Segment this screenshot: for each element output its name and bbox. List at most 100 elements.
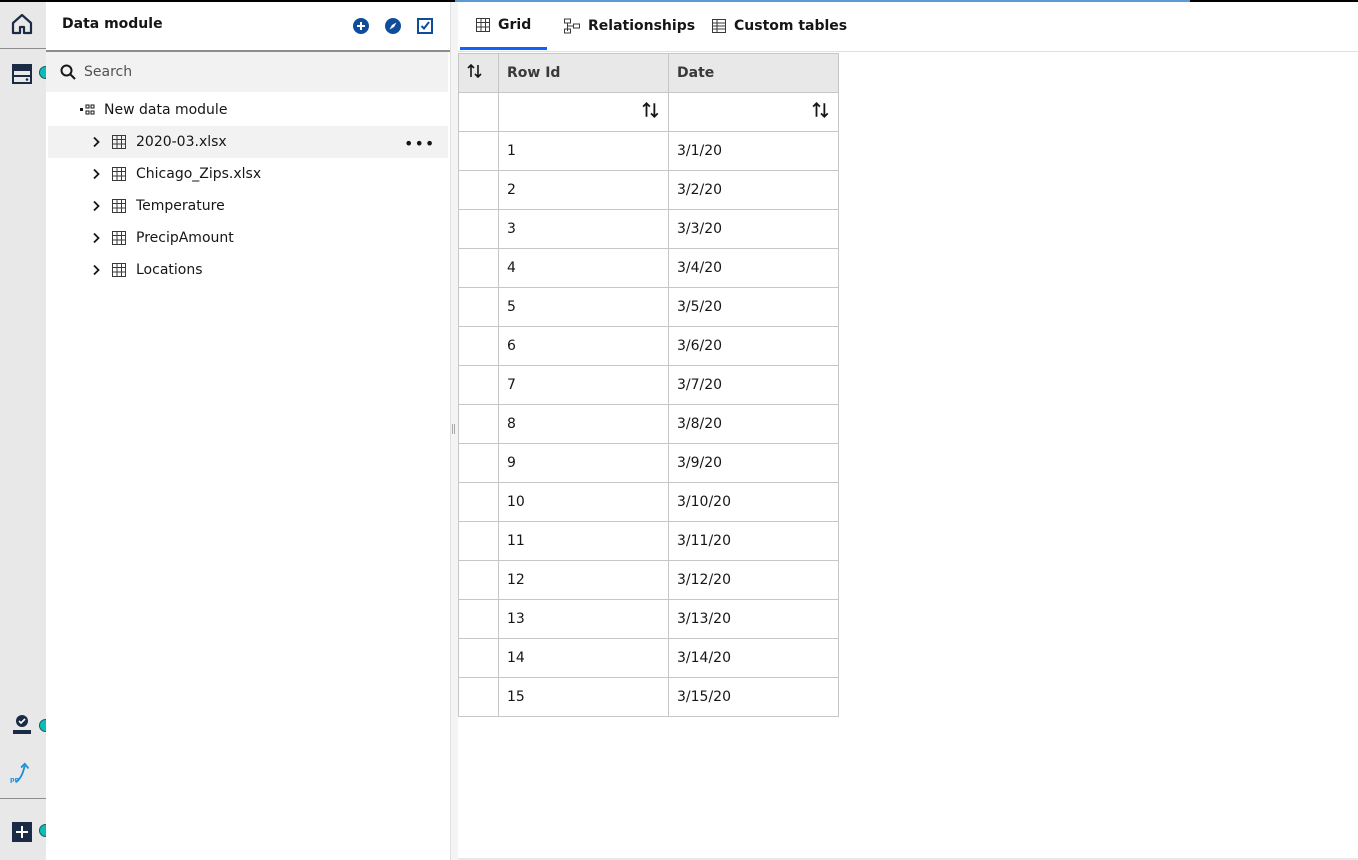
data-server-icon[interactable] bbox=[10, 62, 34, 86]
date-cell[interactable]: 3/8/20 bbox=[668, 404, 839, 444]
rail-separator bbox=[0, 798, 46, 799]
app-logo-icon[interactable]: pn bbox=[10, 762, 34, 786]
search-input[interactable] bbox=[84, 61, 424, 83]
row-selector-cell[interactable] bbox=[458, 326, 499, 366]
table-row[interactable]: 3 3/3/20 bbox=[458, 209, 839, 249]
table-row[interactable]: 12 3/12/20 bbox=[458, 560, 839, 600]
tree-item[interactable]: Locations bbox=[48, 254, 448, 286]
table-row[interactable]: 4 3/4/20 bbox=[458, 248, 839, 288]
tree-item[interactable]: 2020-03.xlsx ••• bbox=[48, 126, 448, 158]
row-selector-cell[interactable] bbox=[458, 599, 499, 639]
date-cell[interactable]: 3/3/20 bbox=[668, 209, 839, 249]
chevron-right-icon[interactable] bbox=[90, 264, 102, 276]
row-sort-header[interactable] bbox=[458, 53, 499, 93]
chevron-right-icon[interactable] bbox=[90, 232, 102, 244]
sort-button[interactable] bbox=[668, 92, 839, 132]
tab-label: Custom tables bbox=[734, 18, 848, 34]
add-icon[interactable] bbox=[10, 820, 34, 844]
explore-button[interactable] bbox=[382, 15, 404, 37]
row-selector-cell[interactable] bbox=[458, 209, 499, 249]
table-row[interactable]: 5 3/5/20 bbox=[458, 287, 839, 327]
table-row[interactable]: 10 3/10/20 bbox=[458, 482, 839, 522]
grid-icon bbox=[476, 17, 490, 32]
table-row[interactable]: 14 3/14/20 bbox=[458, 638, 839, 678]
tab-custom-tables[interactable]: Custom tables bbox=[696, 2, 863, 50]
row-id-cell[interactable]: 13 bbox=[498, 599, 669, 639]
overflow-menu-icon[interactable]: ••• bbox=[404, 134, 435, 153]
chevron-right-icon[interactable] bbox=[90, 168, 102, 180]
date-cell[interactable]: 3/9/20 bbox=[668, 443, 839, 483]
date-cell[interactable]: 3/15/20 bbox=[668, 677, 839, 717]
row-id-cell[interactable]: 14 bbox=[498, 638, 669, 678]
column-header-date[interactable]: Date bbox=[668, 53, 839, 93]
row-selector-cell[interactable] bbox=[458, 131, 499, 171]
date-cell[interactable]: 3/4/20 bbox=[668, 248, 839, 288]
tree-item[interactable]: Chicago_Zips.xlsx bbox=[48, 158, 448, 190]
row-selector-cell[interactable] bbox=[458, 560, 499, 600]
row-id-cell[interactable]: 3 bbox=[498, 209, 669, 249]
date-cell[interactable]: 3/13/20 bbox=[668, 599, 839, 639]
sort-button[interactable] bbox=[498, 92, 669, 132]
row-selector-cell[interactable] bbox=[458, 365, 499, 405]
row-selector-cell[interactable] bbox=[458, 248, 499, 288]
row-id-cell[interactable]: 11 bbox=[498, 521, 669, 561]
row-id-cell[interactable]: 2 bbox=[498, 170, 669, 210]
row-id-cell[interactable]: 12 bbox=[498, 560, 669, 600]
tree-item[interactable]: Temperature bbox=[48, 190, 448, 222]
row-id-cell[interactable]: 4 bbox=[498, 248, 669, 288]
date-cell[interactable]: 3/2/20 bbox=[668, 170, 839, 210]
tab-relationships[interactable]: Relationships bbox=[548, 2, 711, 50]
row-id-cell[interactable]: 15 bbox=[498, 677, 669, 717]
table-row[interactable]: 6 3/6/20 bbox=[458, 326, 839, 366]
row-selector-cell[interactable] bbox=[458, 677, 499, 717]
chevron-right-icon[interactable] bbox=[90, 200, 102, 212]
row-id-cell[interactable]: 9 bbox=[498, 443, 669, 483]
table-row[interactable]: 7 3/7/20 bbox=[458, 365, 839, 405]
row-selector-cell[interactable] bbox=[458, 404, 499, 444]
row-id-cell[interactable]: 6 bbox=[498, 326, 669, 366]
table-row[interactable]: 9 3/9/20 bbox=[458, 443, 839, 483]
tree-item-label: Temperature bbox=[136, 198, 225, 214]
date-cell[interactable]: 3/10/20 bbox=[668, 482, 839, 522]
table-row[interactable]: 13 3/13/20 bbox=[458, 599, 839, 639]
user-check-icon[interactable] bbox=[10, 712, 34, 736]
row-id-cell[interactable]: 5 bbox=[498, 287, 669, 327]
row-selector-cell[interactable] bbox=[458, 521, 499, 561]
row-id-cell[interactable]: 8 bbox=[498, 404, 669, 444]
validate-button[interactable] bbox=[414, 15, 436, 37]
column-header-row-id[interactable]: Row Id bbox=[498, 53, 669, 93]
row-id-cell[interactable]: 10 bbox=[498, 482, 669, 522]
resize-grip-icon[interactable] bbox=[452, 424, 455, 434]
tab-grid[interactable]: Grid bbox=[460, 2, 548, 50]
row-selector-cell[interactable] bbox=[458, 443, 499, 483]
tab-label: Relationships bbox=[588, 18, 696, 34]
tree-item[interactable]: PrecipAmount bbox=[48, 222, 448, 254]
row-selector-cell[interactable] bbox=[458, 482, 499, 522]
date-cell[interactable]: 3/6/20 bbox=[668, 326, 839, 366]
table-row[interactable]: 8 3/8/20 bbox=[458, 404, 839, 444]
home-icon[interactable] bbox=[10, 12, 34, 36]
row-selector-cell[interactable] bbox=[458, 638, 499, 678]
date-cell[interactable]: 3/12/20 bbox=[668, 560, 839, 600]
sort-icon[interactable] bbox=[812, 101, 830, 119]
date-cell[interactable]: 3/5/20 bbox=[668, 287, 839, 327]
grid-header-row: Row Id Date bbox=[458, 53, 839, 93]
date-cell[interactable]: 3/7/20 bbox=[668, 365, 839, 405]
row-id-cell[interactable]: 1 bbox=[498, 131, 669, 171]
sort-icon[interactable] bbox=[642, 101, 660, 119]
table-row[interactable]: 2 3/2/20 bbox=[458, 170, 839, 210]
table-row[interactable]: 15 3/15/20 bbox=[458, 677, 839, 717]
date-cell[interactable]: 3/14/20 bbox=[668, 638, 839, 678]
row-selector-cell[interactable] bbox=[458, 170, 499, 210]
date-cell[interactable]: 3/11/20 bbox=[668, 521, 839, 561]
table-row[interactable]: 1 3/1/20 bbox=[458, 131, 839, 171]
tree-item-label: PrecipAmount bbox=[136, 230, 234, 246]
table-row[interactable]: 11 3/11/20 bbox=[458, 521, 839, 561]
sort-icon[interactable] bbox=[467, 63, 483, 79]
chevron-right-icon[interactable] bbox=[90, 136, 102, 148]
date-cell[interactable]: 3/1/20 bbox=[668, 131, 839, 171]
row-selector-cell[interactable] bbox=[458, 287, 499, 327]
tree-root[interactable]: New data module bbox=[80, 100, 227, 120]
add-source-button[interactable] bbox=[350, 15, 372, 37]
row-id-cell[interactable]: 7 bbox=[498, 365, 669, 405]
